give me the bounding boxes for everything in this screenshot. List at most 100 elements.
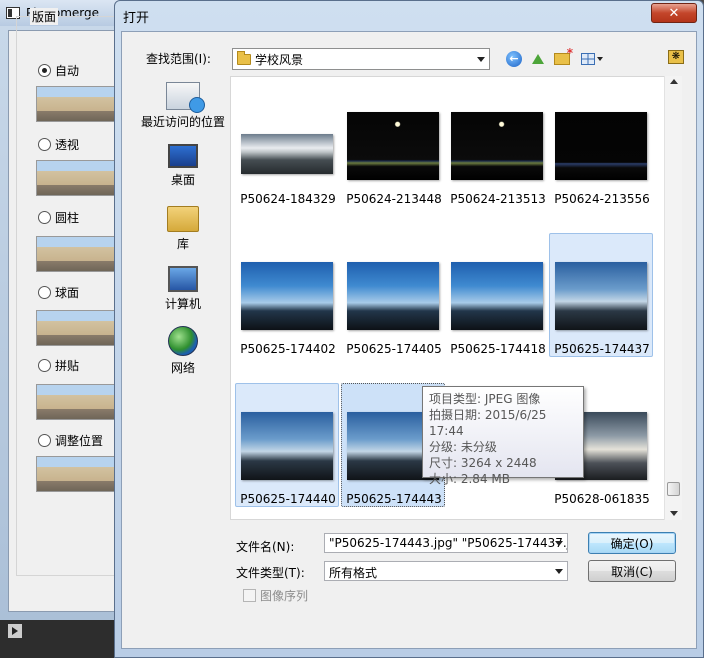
file-tile[interactable]: P50625-174418 bbox=[445, 233, 549, 357]
checkbox-label: 图像序列 bbox=[260, 589, 309, 603]
place-computer[interactable]: 计算机 bbox=[136, 266, 230, 312]
view-menu-button[interactable] bbox=[578, 50, 606, 68]
layout-option-collage[interactable]: 拼贴 bbox=[38, 357, 79, 374]
filename-value: "P50625-174443.jpg" "P50625-174437.jp bbox=[329, 536, 568, 550]
checkbox-box[interactable] bbox=[243, 589, 256, 602]
radio-button[interactable] bbox=[38, 359, 51, 372]
layout-preview-reposition bbox=[36, 456, 116, 492]
file-tile[interactable]: P50625-174402 bbox=[235, 233, 339, 357]
photomerge-window: Photomerge 版面 自动 透视 圆柱 球面 拼贴 调整位置 bbox=[0, 0, 130, 658]
radio-button[interactable] bbox=[38, 64, 51, 77]
file-thumbnail bbox=[347, 262, 439, 330]
desktop-icon bbox=[168, 144, 198, 168]
layout-option-auto[interactable]: 自动 bbox=[38, 62, 79, 79]
file-name: P50624-184329 bbox=[240, 192, 336, 206]
layout-option-label: 自动 bbox=[55, 64, 80, 78]
image-sequence-checkbox[interactable]: 图像序列 bbox=[243, 587, 308, 604]
filename-input[interactable]: "P50625-174443.jpg" "P50625-174437.jp bbox=[324, 533, 568, 553]
chevron-down-icon[interactable] bbox=[555, 541, 563, 546]
play-icon[interactable] bbox=[8, 624, 22, 638]
dialog-title: 打开 bbox=[123, 10, 150, 26]
file-thumbnail bbox=[555, 262, 647, 330]
file-name: P50625-174402 bbox=[240, 342, 336, 356]
scroll-down-icon[interactable] bbox=[670, 511, 678, 516]
layout-option-label: 圆柱 bbox=[55, 211, 80, 225]
new-folder-button[interactable] bbox=[552, 46, 573, 68]
file-name: P50625-174440 bbox=[240, 492, 336, 506]
up-arrow-icon bbox=[532, 54, 544, 64]
dialog-client: 查找范围(I): 学校风景 ← ❋ 最近访问的位置 bbox=[121, 31, 697, 649]
file-tile[interactable]: P50624-213448 bbox=[341, 83, 445, 207]
layout-option-perspective[interactable]: 透视 bbox=[38, 136, 79, 153]
filetype-select[interactable]: 所有格式 bbox=[324, 561, 568, 581]
file-name: P50628-061835 bbox=[554, 492, 650, 506]
back-button[interactable]: ← bbox=[504, 50, 524, 68]
favorites-button[interactable]: ❋ bbox=[668, 50, 684, 64]
chevron-down-icon bbox=[597, 57, 603, 61]
look-in-value: 学校风景 bbox=[255, 52, 304, 67]
place-library[interactable]: 库 bbox=[136, 206, 230, 252]
scroll-up-icon[interactable] bbox=[670, 79, 678, 84]
file-name: P50625-174443 bbox=[346, 492, 442, 506]
view-grid-icon bbox=[581, 53, 595, 65]
scroll-thumb[interactable] bbox=[667, 482, 680, 496]
place-network[interactable]: 网络 bbox=[136, 326, 230, 376]
close-button[interactable]: ✕ bbox=[651, 3, 697, 23]
places-bar: 最近访问的位置 桌面 库 计算机 网络 bbox=[136, 76, 230, 596]
look-in-dropdown[interactable]: 学校风景 bbox=[232, 48, 490, 70]
tooltip-line: 分级: 未分级 bbox=[429, 440, 497, 454]
open-button[interactable]: 确定(O) bbox=[588, 532, 676, 554]
file-tile[interactable]: P50624-213556 bbox=[549, 83, 653, 207]
close-icon: ✕ bbox=[668, 5, 680, 21]
radio-button[interactable] bbox=[38, 138, 51, 151]
chevron-down-icon bbox=[477, 57, 485, 62]
file-tile[interactable]: P50625-174405 bbox=[341, 233, 445, 357]
computer-icon bbox=[168, 266, 198, 292]
file-name: P50624-213513 bbox=[450, 192, 546, 206]
place-recent[interactable]: 最近访问的位置 bbox=[136, 82, 230, 130]
filetype-value: 所有格式 bbox=[329, 566, 378, 580]
up-folder-button[interactable] bbox=[528, 50, 548, 68]
file-tile[interactable]: P50624-184329 bbox=[235, 83, 339, 207]
dialog-titlebar: 打开 bbox=[115, 1, 703, 31]
back-arrow-icon: ← bbox=[506, 51, 522, 67]
radio-button[interactable] bbox=[38, 286, 51, 299]
new-folder-icon bbox=[554, 46, 573, 65]
file-tile[interactable]: P50624-213513 bbox=[445, 83, 549, 207]
tooltip-line: 项目类型: JPEG 图像 bbox=[429, 392, 541, 406]
file-name: P50625-174418 bbox=[450, 342, 546, 356]
layout-preview-collage bbox=[36, 384, 116, 420]
place-label: 网络 bbox=[170, 361, 195, 375]
library-icon bbox=[167, 206, 199, 232]
favorites-icon: ❋ bbox=[671, 51, 681, 62]
file-tooltip: 项目类型: JPEG 图像 拍摄日期: 2015/6/25 17:44 分级: 未分… bbox=[422, 386, 584, 486]
chevron-down-icon bbox=[555, 569, 563, 574]
place-label: 计算机 bbox=[164, 297, 201, 311]
file-thumbnail bbox=[241, 134, 333, 174]
layout-option-spherical[interactable]: 球面 bbox=[38, 284, 79, 301]
file-thumbnail bbox=[241, 412, 333, 480]
radio-button[interactable] bbox=[38, 211, 51, 224]
cancel-button[interactable]: 取消(C) bbox=[588, 560, 676, 582]
layout-option-cylindrical[interactable]: 圆柱 bbox=[38, 209, 79, 226]
file-tile[interactable]: P50625-174437 bbox=[549, 233, 653, 357]
folder-icon bbox=[237, 50, 251, 65]
layout-group-label: 版面 bbox=[30, 8, 59, 25]
layout-option-label: 拼贴 bbox=[55, 359, 80, 373]
place-desktop[interactable]: 桌面 bbox=[136, 144, 230, 188]
layout-option-reposition[interactable]: 调整位置 bbox=[38, 432, 103, 449]
layout-preview-spherical bbox=[36, 310, 116, 346]
layout-option-label: 调整位置 bbox=[55, 434, 104, 448]
place-label: 桌面 bbox=[170, 173, 195, 187]
file-thumbnail bbox=[347, 112, 439, 180]
layout-option-label: 透视 bbox=[55, 138, 80, 152]
radio-button[interactable] bbox=[38, 434, 51, 447]
look-in-label: 查找范围(I): bbox=[146, 52, 211, 66]
file-tile[interactable]: P50625-174440 bbox=[235, 383, 339, 507]
recent-places-icon bbox=[166, 82, 205, 113]
vertical-scrollbar[interactable] bbox=[664, 76, 682, 520]
file-thumbnail bbox=[241, 262, 333, 330]
tooltip-line: 大小: 2.84 MB bbox=[429, 472, 510, 486]
layout-preview-auto bbox=[36, 86, 116, 122]
file-thumbnail bbox=[451, 262, 543, 330]
